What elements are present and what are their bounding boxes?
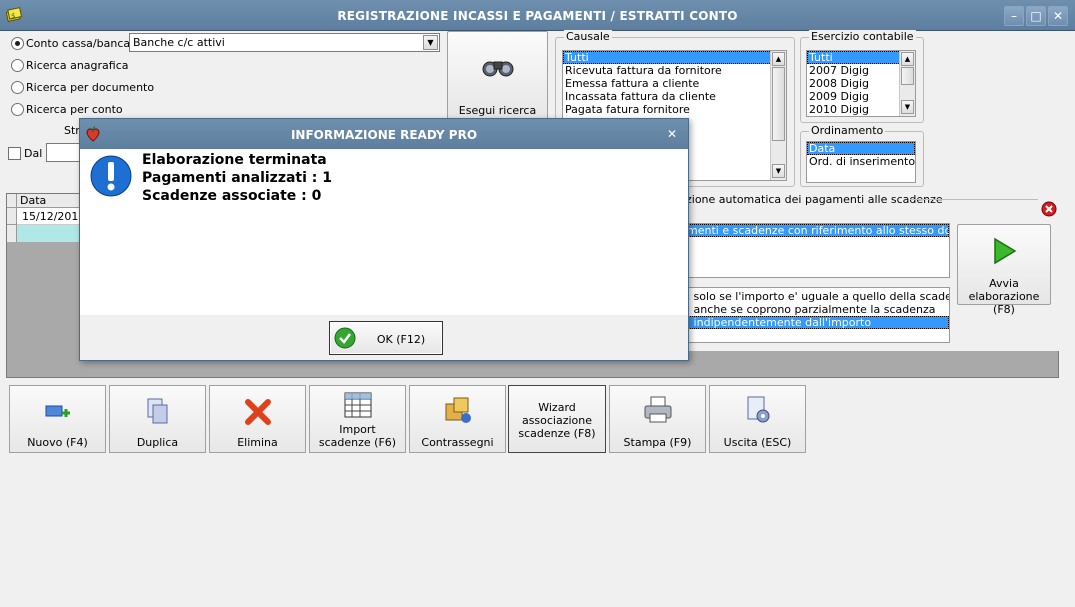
- grid-corner: [7, 194, 17, 208]
- checkmark-icon: [334, 327, 356, 349]
- new-document-icon: [45, 405, 70, 417]
- causale-list-item[interactable]: Tutti: [563, 51, 786, 64]
- grid-cell-date[interactable]: 15/12/2015: [17, 208, 87, 225]
- dialog-title-bar[interactable]: INFORMAZIONE READY PRO ✕: [80, 119, 688, 149]
- close-button[interactable]: ✕: [1048, 6, 1068, 26]
- radio-ricerca-documento-label[interactable]: Ricerca per documento: [26, 81, 154, 94]
- elimina-button[interactable]: Elimina: [209, 385, 306, 453]
- esercizio-list[interactable]: Tutti 2007 Digig 2008 Digig 2009 Digig 2010 …: [806, 50, 916, 117]
- causale-list-item[interactable]: Pagata fatura fornitore: [563, 103, 786, 116]
- radio-ricerca-conto-label[interactable]: Ricerca per conto: [26, 103, 123, 116]
- grid-header-data[interactable]: Data: [17, 194, 87, 208]
- stampa-button[interactable]: Stampa (F9): [609, 385, 706, 453]
- ordinamento-list[interactable]: Data Ord. di inserimento: [806, 141, 916, 183]
- minimize-button[interactable]: –: [1004, 6, 1024, 26]
- dialog-body: Elaborazione terminata Pagamenti analizz…: [80, 149, 688, 315]
- esercizio-caption: Esercizio contabile: [809, 30, 916, 43]
- radio-ricerca-anagrafica[interactable]: [11, 59, 24, 72]
- dal-checkbox[interactable]: [8, 147, 21, 160]
- radio-ricerca-documento[interactable]: [11, 81, 24, 94]
- ordinamento-caption: Ordinamento: [809, 124, 886, 137]
- auto-assoc-amount-item[interactable]: i anche se coprono parzialmente la scade…: [683, 303, 949, 316]
- radio-conto-cassa-label[interactable]: Conto cassa/banca: [26, 37, 130, 50]
- dal-label: Dal: [24, 147, 43, 160]
- auto-assoc-panel: zione automatica dei pagamenti alle scad…: [683, 193, 1059, 351]
- dialog-title: INFORMAZIONE READY PRO: [290, 128, 478, 142]
- dialog-close-button[interactable]: ✕: [662, 125, 682, 144]
- uscita-button[interactable]: Uscita (ESC): [709, 385, 806, 453]
- grid-new-row[interactable]: [17, 225, 87, 242]
- causale-caption: Causale: [564, 30, 612, 43]
- close-circle-icon[interactable]: [1041, 201, 1057, 217]
- conto-combo[interactable]: Banche c/c attivi ▼: [129, 33, 440, 52]
- dialog-message-line3: Scadenze associate : 0: [142, 188, 322, 204]
- grid-row-indicator: [7, 208, 17, 225]
- dialog-message-line1: Elaborazione terminata: [142, 152, 327, 168]
- contrassegni-label: Contrassegni: [421, 436, 494, 449]
- auto-assoc-amount-item[interactable]: i solo se l'importo e' uguale a quello d…: [683, 290, 949, 303]
- duplica-label: Duplica: [136, 436, 179, 449]
- scroll-down-icon[interactable]: ▼: [901, 100, 914, 114]
- auto-assoc-caption: zione automatica dei pagamenti alle scad…: [686, 193, 945, 206]
- start-elaboration-button[interactable]: Avvia elaborazione (F8): [957, 224, 1051, 316]
- window-title-bar[interactable]: $ REGISTRAZIONE INCASSI E PAGAMENTI / ES…: [0, 0, 1075, 31]
- scroll-up-icon[interactable]: ▲: [772, 52, 785, 66]
- search-button-label: Esegui ricerca: [458, 104, 537, 117]
- radio-conto-cassa[interactable]: [11, 37, 24, 50]
- uscita-label: Uscita (ESC): [723, 436, 792, 449]
- wizard-associazione-button[interactable]: Wizard associazione scadenze (F8): [508, 385, 606, 453]
- start-elaboration-label: Avvia elaborazione (F8): [968, 277, 1040, 316]
- scroll-up-icon[interactable]: ▲: [901, 52, 914, 66]
- search-button[interactable]: Esegui ricerca: [447, 31, 548, 121]
- printer-icon: [644, 396, 671, 423]
- info-dialog: INFORMAZIONE READY PRO ✕ Elaborazione te…: [79, 118, 689, 361]
- contrassegni-button[interactable]: Contrassegni: [409, 385, 506, 453]
- dialog-message-line2: Pagamenti analizzati : 1: [142, 170, 332, 186]
- causale-scroll-thumb[interactable]: [772, 67, 785, 141]
- maximize-button[interactable]: □: [1026, 6, 1046, 26]
- scroll-down-icon[interactable]: ▼: [772, 164, 785, 178]
- courier-package-icon: [445, 397, 471, 423]
- esercizio-scroll-thumb[interactable]: [901, 67, 914, 85]
- ok-button[interactable]: OK (F12): [329, 321, 443, 355]
- chevron-down-icon[interactable]: ▼: [423, 35, 438, 50]
- play-icon: [994, 237, 1017, 265]
- wizard-associazione-label: Wizard associazione scadenze (F8): [518, 401, 596, 440]
- ordinamento-list-item[interactable]: Ord. di inserimento: [807, 155, 915, 168]
- delete-x-icon: [244, 399, 271, 425]
- nuovo-button[interactable]: Nuovo (F4): [9, 385, 106, 453]
- import-scadenze-label: Import scadenze (F6): [318, 423, 397, 449]
- conto-combo-value: Banche c/c attivi: [133, 36, 225, 49]
- duplicate-icon: [147, 398, 167, 424]
- radio-ricerca-conto[interactable]: [11, 103, 24, 116]
- exit-gear-icon: [747, 396, 769, 423]
- grid-new-row-indicator: [7, 225, 17, 242]
- ordinamento-list-item[interactable]: Data: [807, 142, 915, 155]
- import-scadenze-button[interactable]: Import scadenze (F6): [309, 385, 406, 453]
- causale-list-item[interactable]: Emessa fattura a cliente: [563, 77, 786, 90]
- esercizio-scrollbar[interactable]: ▲ ▼: [899, 51, 915, 116]
- auto-assoc-mode-item[interactable]: menti e scadenze con riferimento allo st…: [683, 224, 949, 237]
- radio-ricerca-anagrafica-label[interactable]: Ricerca anagrafica: [26, 59, 129, 72]
- duplica-button[interactable]: Duplica: [109, 385, 206, 453]
- spreadsheet-icon: [344, 392, 371, 418]
- causale-scrollbar[interactable]: ▲ ▼: [770, 51, 786, 180]
- auto-assoc-amount-list[interactable]: i solo se l'importo e' uguale a quello d…: [683, 287, 950, 343]
- auto-assoc-amount-item[interactable]: i indipendentemente dall'importo: [683, 316, 949, 329]
- binoculars-icon: [482, 61, 514, 77]
- causale-list-item[interactable]: Incassata fattura da cliente: [563, 90, 786, 103]
- ok-button-label: OK (F12): [376, 333, 426, 346]
- nuovo-label: Nuovo (F4): [27, 436, 88, 449]
- stampa-label: Stampa (F9): [623, 436, 692, 449]
- elimina-label: Elimina: [237, 436, 278, 449]
- auto-assoc-mode-list[interactable]: menti e scadenze con riferimento allo st…: [683, 223, 950, 278]
- window-title: REGISTRAZIONE INCASSI E PAGAMENTI / ESTR…: [337, 9, 738, 23]
- auto-assoc-line-right: [910, 199, 1038, 200]
- causale-list-item[interactable]: Ricevuta fattura da fornitore: [563, 64, 786, 77]
- info-exclamation-icon: [90, 155, 132, 197]
